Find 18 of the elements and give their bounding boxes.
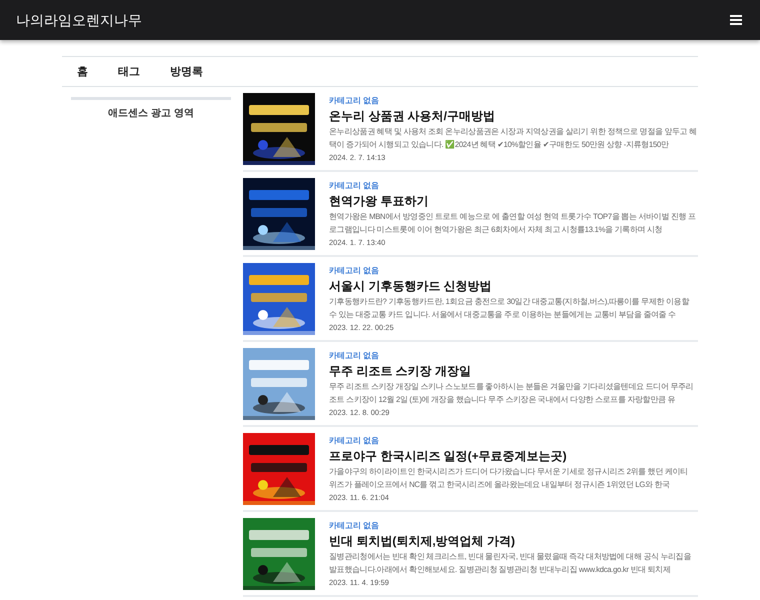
post-category[interactable]: 카테고리 없음 <box>329 436 697 446</box>
nav-tab[interactable]: 홈 <box>62 57 103 86</box>
post-category[interactable]: 카테고리 없음 <box>329 266 697 276</box>
ad-area-label: 애드센스 광고 영역 <box>71 97 231 121</box>
post-category[interactable]: 카테고리 없음 <box>329 181 697 191</box>
menu-icon <box>730 14 742 25</box>
post-title[interactable]: 서울시 기후동행카드 신청방법 <box>329 278 697 294</box>
nav-tab[interactable]: 태그 <box>103 57 155 86</box>
post-title[interactable]: 온누리 상품권 사용처/구매방법 <box>329 108 697 124</box>
post-title[interactable]: 빈대 퇴치법(퇴치제,방역업체 가격) <box>329 533 697 549</box>
post-category[interactable]: 카테고리 없음 <box>329 521 697 531</box>
post-category[interactable]: 카테고리 없음 <box>329 96 697 106</box>
post-category[interactable]: 카테고리 없음 <box>329 351 697 361</box>
site-title[interactable]: 나의라임오렌지나무 <box>16 10 142 30</box>
post-title[interactable]: 무주 리조트 스키장 개장일 <box>329 363 697 379</box>
nav-tab[interactable]: 방명록 <box>155 57 218 86</box>
post-title[interactable]: 프로야구 한국시리즈 일정(+무료중계보는곳) <box>329 448 697 464</box>
post-title[interactable]: 현역가왕 투표하기 <box>329 193 697 209</box>
